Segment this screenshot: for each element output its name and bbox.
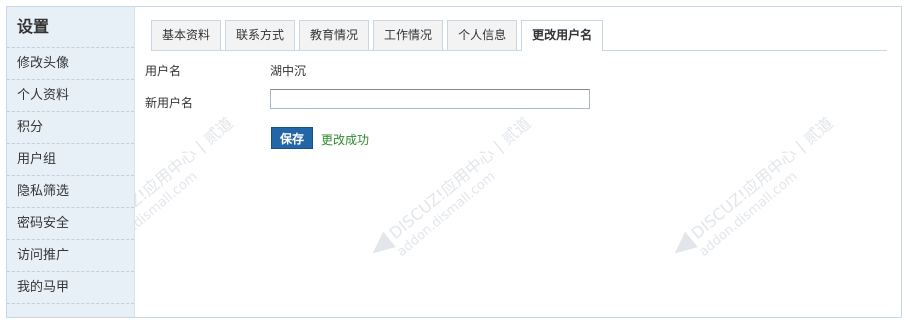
sidebar-item-promotion[interactable]: 访问推广 — [7, 240, 134, 272]
tab-contact[interactable]: 联系方式 — [225, 20, 296, 50]
watermark: DISCUZ!应用中心 | 贰道 addon.dismall.com — [135, 110, 247, 272]
sidebar-item-usergroup[interactable]: 用户组 — [7, 144, 134, 176]
sidebar-item-sockpuppet[interactable]: 我的马甲 — [7, 272, 134, 304]
success-message: 更改成功 — [321, 133, 370, 147]
watermark: DISCUZ!应用中心 | 贰道 addon.dismall.com — [363, 110, 545, 272]
new-username-label: 新用户名 — [145, 96, 194, 110]
profile-tabs: 基本资料 联系方式 教育情况 工作情况 个人信息 更改用户名 — [151, 20, 887, 51]
settings-panel: 设置 修改头像 个人资料 积分 用户组 隐私筛选 密码安全 访问推广 我的马甲 … — [6, 6, 902, 318]
username-value: 湖中沉 — [270, 64, 307, 78]
tab-change-username[interactable]: 更改用户名 — [521, 20, 604, 51]
new-username-input[interactable] — [270, 89, 590, 109]
watermark-arrow-icon — [667, 231, 698, 261]
sidebar-title: 设置 — [7, 7, 134, 48]
sidebar-item-profile[interactable]: 个人资料 — [7, 80, 134, 112]
sidebar-item-password[interactable]: 密码安全 — [7, 208, 134, 240]
sidebar-item-credits[interactable]: 积分 — [7, 112, 134, 144]
tab-basic-info[interactable]: 基本资料 — [151, 20, 222, 50]
watermark: DISCUZ!应用中心 | 贰道 addon.dismall.com — [665, 110, 847, 272]
tab-work[interactable]: 工作情况 — [373, 20, 444, 50]
save-button[interactable]: 保存 — [271, 127, 313, 149]
username-label: 用户名 — [145, 64, 182, 78]
main-content: DISCUZ!应用中心 | 贰道 addon.dismall.com DISCU… — [135, 7, 901, 317]
sidebar-item-avatar[interactable]: 修改头像 — [7, 48, 134, 80]
sidebar-item-privacy[interactable]: 隐私筛选 — [7, 176, 134, 208]
watermark-arrow-icon — [365, 231, 396, 261]
tab-education[interactable]: 教育情况 — [299, 20, 370, 50]
tab-personal-info[interactable]: 个人信息 — [447, 20, 518, 50]
settings-sidebar: 设置 修改头像 个人资料 积分 用户组 隐私筛选 密码安全 访问推广 我的马甲 — [7, 7, 135, 317]
